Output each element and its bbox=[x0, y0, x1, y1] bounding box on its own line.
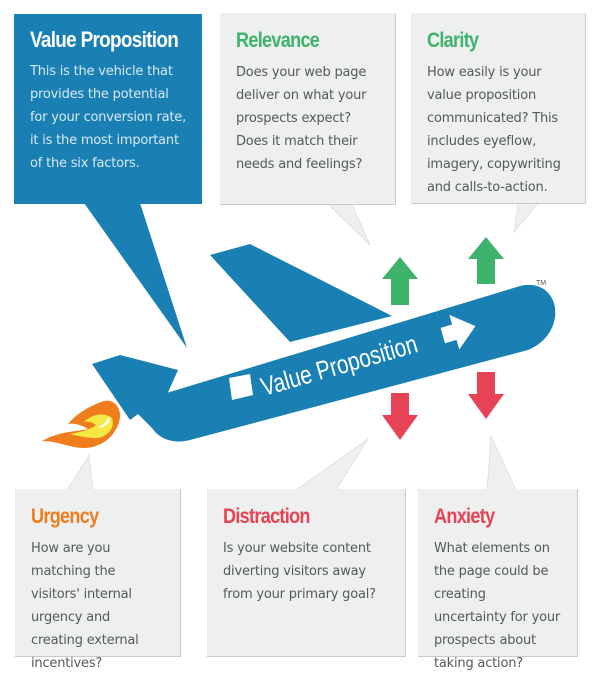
clarity-box: Clarity How easily is your value proposi… bbox=[411, 13, 586, 204]
value-proposition-title: Value Proposition bbox=[30, 27, 179, 52]
relevance-pointer bbox=[327, 203, 371, 246]
relevance-description: Does your web page deliver on what your … bbox=[236, 65, 367, 172]
flame-icon bbox=[42, 400, 121, 448]
relevance-box: Relevance Does your web page deliver on … bbox=[220, 13, 396, 205]
value-proposition-box: Value Proposition This is the vehicle th… bbox=[14, 14, 202, 204]
down-arrow-icon bbox=[468, 372, 504, 419]
anxiety-description: What elements on the page could be creat… bbox=[434, 541, 561, 671]
clarity-description: How easily is your value proposition com… bbox=[427, 65, 561, 195]
distraction-title: Distraction bbox=[223, 505, 310, 528]
up-arrow-icon bbox=[468, 237, 504, 284]
relevance-title: Relevance bbox=[236, 29, 320, 52]
value-proposition-description: This is the vehicle that provides the po… bbox=[30, 64, 186, 171]
value-proposition-pointer bbox=[84, 203, 187, 348]
anxiety-pointer bbox=[486, 434, 517, 491]
anxiety-title: Anxiety bbox=[434, 505, 495, 528]
up-arrow-icon bbox=[382, 257, 418, 305]
clarity-title: Clarity bbox=[427, 29, 479, 52]
distraction-description: Is your website content diverting visito… bbox=[223, 541, 376, 602]
down-arrow-icon bbox=[382, 393, 418, 440]
trademark-mark: TM bbox=[536, 280, 547, 287]
urgency-box: Urgency How are you matching the visitor… bbox=[15, 489, 181, 671]
urgency-title: Urgency bbox=[31, 505, 99, 528]
anxiety-box: Anxiety What elements on the page could … bbox=[418, 489, 578, 671]
distraction-box: Distraction Is your website content dive… bbox=[207, 489, 406, 657]
urgency-description: How are you matching the visitors' inter… bbox=[31, 541, 139, 671]
urgency-pointer bbox=[66, 454, 94, 491]
distraction-pointer bbox=[295, 438, 369, 491]
clarity-pointer bbox=[513, 202, 539, 234]
